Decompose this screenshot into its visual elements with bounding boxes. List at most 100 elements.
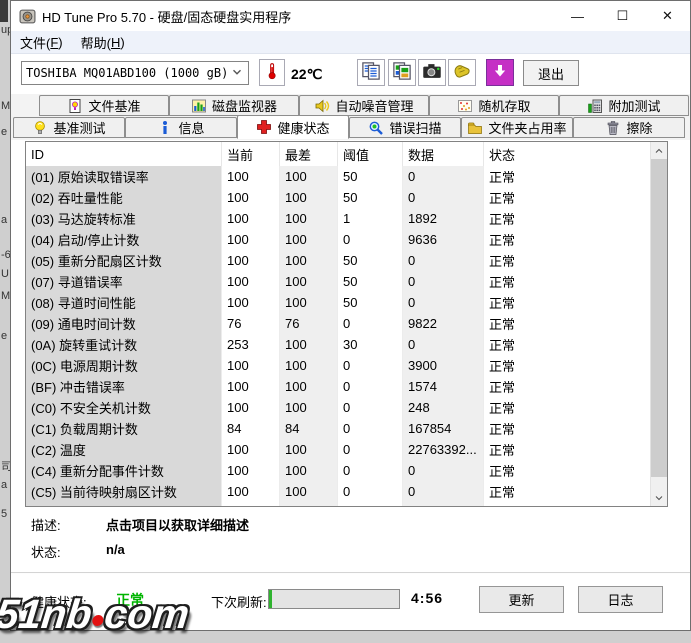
cell: 100 [280,460,338,481]
copy-text-icon [361,61,381,84]
refresh-progress-bar [268,589,400,609]
tab-错误扫描[interactable]: 错误扫描 [349,117,461,138]
cell: (09) 通电时间计数 [26,313,222,334]
tab-擦除[interactable]: 擦除 [573,117,685,138]
cell: 0 [338,418,403,439]
table-row[interactable]: (C2) 温度100100022763392...正常 [26,439,650,460]
cell: 正常 [484,292,650,313]
table-row[interactable]: (C5) 当前待映射扇区计数10010000正常 [26,481,650,502]
cell: (C0) 不安全关机计数 [26,397,222,418]
update-button[interactable]: 更新 [479,586,564,613]
tab-label: 基准测试 [53,118,105,137]
tab-文件基准[interactable]: 文件基准 [39,95,169,116]
menu-help[interactable]: 帮助(H) [72,31,134,53]
titlebar: HD Tune Pro 5.70 - 硬盘/固态硬盘实用程序 — ☐ ✕ [11,1,690,31]
cell: 正常 [484,187,650,208]
tab-附加测试[interactable]: 附加测试 [559,95,689,116]
table-row[interactable]: (C1) 负载周期计数84840167854正常 [26,418,650,439]
app-disk-icon [19,8,36,25]
cell: 0 [338,355,403,376]
cell: 100 [280,208,338,229]
background-text-fragment: a [1,214,7,226]
cell: 0 [403,250,484,271]
menu-file[interactable]: 文件(F) [11,31,72,53]
scroll-down-icon[interactable] [651,489,667,506]
tab-label: 附加测试 [608,96,660,115]
tab-label: 随机存取 [478,96,530,115]
cell: 50 [338,271,403,292]
drive-select[interactable]: TOSHIBA MQ01ABD100 (1000 gB) [21,61,249,85]
tab-基准测试[interactable]: 基准测试 [13,117,125,138]
tab-文件夹占用率[interactable]: 文件夹占用率 [461,117,573,138]
watermark: 51nbcom [0,591,191,638]
table-row[interactable]: (C0) 不安全关机计数1001000248正常 [26,397,650,418]
column-header-3[interactable]: 阈值 [338,142,403,166]
table-row[interactable]: (07) 寻道错误率100100500正常 [26,271,650,292]
tab-健康状态[interactable]: 健康状态 [237,115,349,139]
cell: 0 [403,187,484,208]
tab-磁盘监视器[interactable]: 磁盘监视器 [169,95,299,116]
cell: 100 [280,481,338,502]
file-benchmark-icon [67,98,83,114]
table-row[interactable]: (BF) 冲击错误率10010001574正常 [26,376,650,397]
scroll-up-icon[interactable] [651,142,667,159]
error-scan-icon [368,120,384,136]
cell: 100 [222,397,280,418]
details-panel: 描述: 点击项目以获取详细描述 状态: n/a [11,511,690,569]
column-header-2[interactable]: 最差 [280,142,338,166]
extra-tests-icon [587,98,603,114]
table-row[interactable]: (09) 通电时间计数767609822正常 [26,313,650,334]
chevron-down-icon [230,65,244,82]
screenshot-button[interactable] [418,59,446,86]
camera-icon [422,61,442,84]
cell: 100 [222,376,280,397]
minimize-button[interactable]: — [555,1,600,31]
table-row[interactable]: (08) 寻道时间性能100100500正常 [26,292,650,313]
table-row[interactable]: (0C) 电源周期计数10010003900正常 [26,355,650,376]
cell: (C4) 重新分配事件计数 [26,460,222,481]
cell: 100 [222,166,280,187]
cell: 正常 [484,229,650,250]
cell: (05) 重新分配扇区计数 [26,250,222,271]
download-button[interactable] [486,59,514,86]
vertical-scrollbar[interactable] [650,142,667,506]
table-row[interactable]: (C4) 重新分配事件计数10010000正常 [26,460,650,481]
maximize-button[interactable]: ☐ [600,1,645,31]
column-header-1[interactable]: 当前 [222,142,280,166]
cell: 50 [338,166,403,187]
cell: 0 [403,334,484,355]
log-button[interactable]: 日志 [578,586,663,613]
table-row[interactable]: (05) 重新分配扇区计数100100500正常 [26,250,650,271]
aam-icon [314,98,330,114]
scrollbar-thumb[interactable] [651,159,667,477]
table-row[interactable]: (0A) 旋转重试计数253100300正常 [26,334,650,355]
cell: 正常 [484,334,650,355]
column-header-5[interactable]: 状态 [484,142,650,166]
tab-自动噪音管理[interactable]: 自动噪音管理 [299,95,429,116]
exit-button[interactable]: 退出 [523,60,579,86]
cell: 167854 [403,418,484,439]
cell: 100 [222,208,280,229]
cell: 0 [403,292,484,313]
tab-随机存取[interactable]: 随机存取 [429,95,559,116]
column-header-0[interactable]: ID [26,142,222,166]
table-row[interactable]: (01) 原始读取错误率100100500正常 [26,166,650,187]
cell: 50 [338,187,403,208]
erase-icon [605,120,621,136]
cell: 正常 [484,397,650,418]
temperature-button[interactable] [259,59,285,86]
table-row[interactable]: (02) 吞吐量性能100100500正常 [26,187,650,208]
cell: 0 [338,313,403,334]
cell: (03) 马达旋转标准 [26,208,222,229]
column-header-4[interactable]: 数据 [403,142,484,166]
cell: 100 [222,481,280,502]
copy-text-button[interactable] [357,59,385,86]
tab-信息[interactable]: 信息 [125,117,237,138]
support-button[interactable] [448,59,476,86]
copy-image-button[interactable] [388,59,416,86]
description-label: 描述: [31,515,106,534]
cell: 100 [280,397,338,418]
table-row[interactable]: (04) 启动/停止计数10010009636正常 [26,229,650,250]
table-row[interactable]: (03) 马达旋转标准10010011892正常 [26,208,650,229]
close-button[interactable]: ✕ [645,1,690,31]
